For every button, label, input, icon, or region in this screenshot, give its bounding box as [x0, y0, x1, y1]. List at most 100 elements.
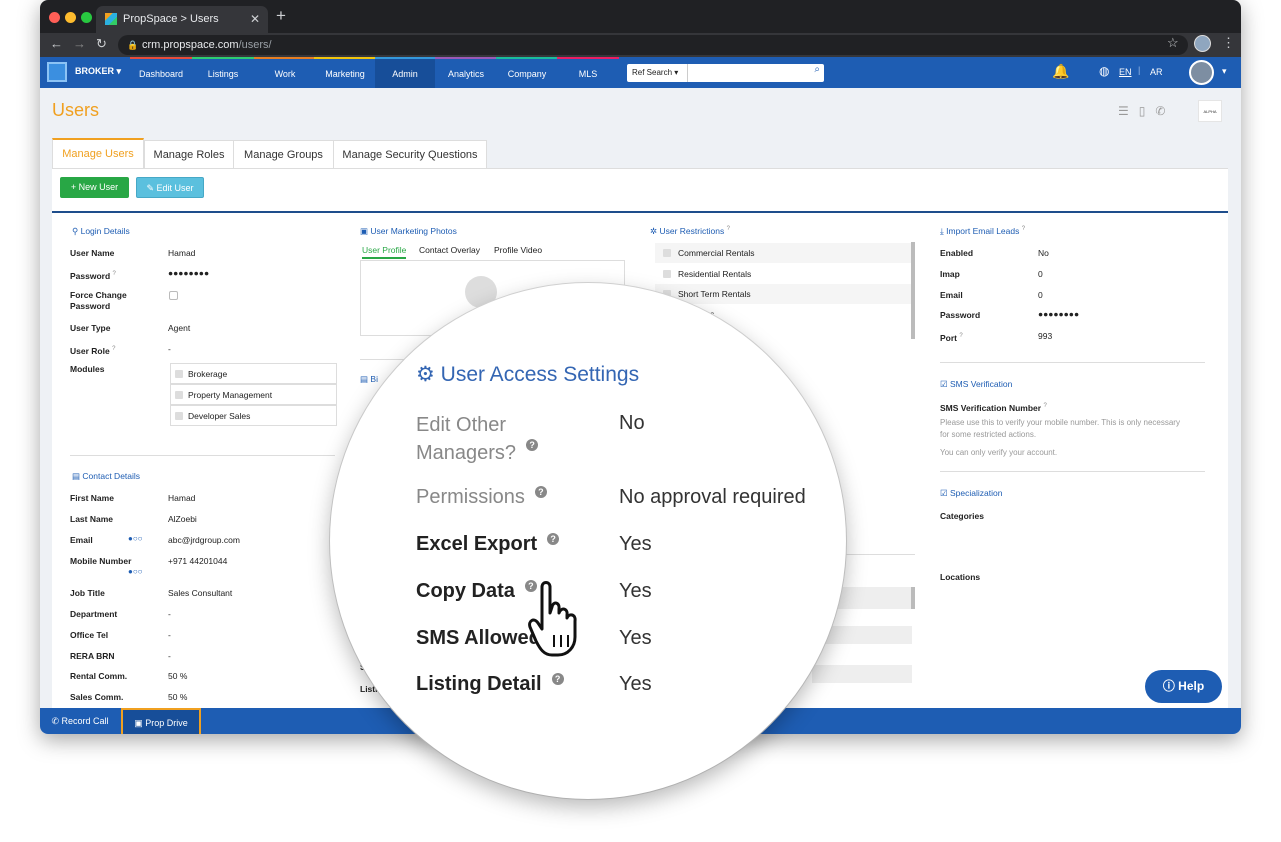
close-window-button[interactable] — [49, 12, 60, 23]
close-tab-icon[interactable]: ✕ — [250, 6, 260, 33]
back-icon[interactable]: ← — [50, 36, 63, 51]
help-icon[interactable]: ? — [959, 333, 962, 339]
list-view-icon[interactable]: ☰ — [1118, 104, 1139, 118]
profile-avatar[interactable] — [1194, 35, 1211, 52]
browser-tabbar: PropSpace > Users ✕ + — [40, 0, 1241, 33]
lock-icon: 🔒 — [127, 40, 139, 50]
restrictions-scrollbar[interactable] — [911, 242, 915, 339]
label-user-role-text: User Role — [70, 345, 110, 356]
help-icon[interactable]: ? — [112, 346, 115, 352]
label-copy-data-text: Copy Data — [416, 580, 515, 602]
phone-icon[interactable]: ✆ — [1155, 104, 1175, 118]
user-avatar[interactable] — [1189, 60, 1214, 85]
menu-admin[interactable]: Admin — [375, 57, 435, 88]
bookmark-star-icon[interactable]: ☆ — [1167, 35, 1179, 51]
minimize-window-button[interactable] — [65, 12, 76, 23]
ref-search-input[interactable]: ⌕ — [688, 64, 824, 82]
menu-analytics[interactable]: Analytics — [435, 57, 497, 88]
label-email: Email — [70, 535, 93, 545]
magnifier-lens: ⚙ User Access Settings Edit Other Manage… — [330, 283, 846, 799]
specialization-heading: ☑ Specialization — [940, 488, 1003, 498]
new-user-button[interactable]: + New User — [60, 177, 129, 198]
help-icon[interactable]: ? — [1043, 403, 1046, 409]
tab-manage-groups[interactable]: Manage Groups — [233, 140, 334, 169]
tab-manage-users[interactable]: Manage Users — [52, 138, 144, 169]
help-icon[interactable]: ? — [551, 673, 564, 685]
forward-icon[interactable]: → — [73, 36, 86, 51]
notification-bell-icon[interactable]: 🔔 — [1052, 63, 1069, 80]
tab-manage-security-questions[interactable]: Manage Security Questions — [333, 140, 487, 169]
label-leads-password: Password — [940, 310, 981, 320]
label-rental-comm: Rental Comm. — [70, 671, 128, 681]
label-office-tel: Office Tel — [70, 630, 109, 640]
label-copy-data: Copy Data? — [416, 580, 537, 603]
import-email-leads-title: Import Email Leads — [946, 226, 1020, 236]
url-field[interactable]: 🔒 crm.propspace.com/users/ — [118, 35, 1188, 55]
login-details-title: Login Details — [80, 226, 130, 236]
menu-work[interactable]: Work — [254, 57, 316, 88]
maximize-window-button[interactable] — [81, 12, 92, 23]
browser-tab-title: PropSpace > Users — [123, 13, 219, 25]
label-sms-allowed-text: SMS Allowed — [416, 627, 541, 649]
user-restrictions-heading: ✲ User Restrictions ? — [650, 226, 730, 236]
restriction-residential-rentals[interactable]: Residential Rentals — [655, 264, 913, 284]
value-imap: 0 — [1038, 269, 1043, 279]
scrollbar[interactable] — [911, 587, 915, 609]
menu-listings[interactable]: Listings — [192, 57, 254, 88]
record-call-button[interactable]: ✆ Record Call — [40, 708, 120, 734]
divider — [940, 362, 1205, 363]
help-icon[interactable]: ? — [727, 226, 730, 232]
sms-help-text: Please use this to verify your mobile nu… — [940, 418, 1180, 439]
help-button[interactable]: ⓘ Help — [1145, 670, 1222, 703]
module-brokerage[interactable]: Brokerage — [170, 363, 337, 384]
url-host: crm.propspace.com — [142, 39, 239, 51]
company-logo: ALPHA — [1198, 100, 1222, 122]
label-force-change-password: Force Change Password — [70, 290, 127, 311]
subtab-contact-overlay[interactable]: Contact Overlay — [419, 245, 480, 255]
new-user-label: New User — [78, 182, 119, 192]
menu-marketing[interactable]: Marketing — [314, 57, 376, 88]
sms-verify-note: You can only verify your account. — [940, 448, 1058, 457]
help-icon[interactable]: ? — [526, 439, 539, 451]
help-icon[interactable]: ? — [534, 486, 547, 498]
menu-mls[interactable]: MLS — [557, 57, 619, 88]
login-details-heading: ⚲ Login Details — [72, 226, 130, 236]
search-icon[interactable]: ⌕ — [814, 64, 820, 75]
tab-manage-roles[interactable]: Manage Roles — [144, 140, 234, 169]
module-property-management[interactable]: Property Management — [170, 384, 337, 405]
help-icon[interactable]: ? — [113, 271, 116, 277]
record-call-label: Record Call — [61, 716, 109, 726]
verify-dots-icon: ●○○ — [128, 534, 143, 543]
label-user-type: User Type — [70, 323, 111, 333]
divider — [70, 455, 335, 456]
language-ar[interactable]: AR — [1150, 67, 1163, 77]
subtab-user-profile[interactable]: User Profile — [362, 245, 407, 259]
menu-dashboard[interactable]: Dashboard — [130, 57, 192, 88]
marketing-photos-heading: ▣ User Marketing Photos — [360, 226, 457, 236]
view-toggle-icons[interactable]: ☰▯✆ — [1118, 104, 1175, 118]
mobile-icon[interactable]: ▯ — [1139, 104, 1156, 118]
role-dropdown[interactable]: BROKER ▾ — [75, 66, 121, 77]
reload-icon[interactable]: ↻ — [96, 36, 107, 52]
user-menu-chevron-icon[interactable]: ▾ — [1222, 66, 1227, 77]
ref-search-select[interactable]: Ref Search ▾ — [627, 64, 688, 82]
restriction-commercial-rentals[interactable]: Commercial Rentals — [655, 243, 913, 263]
new-tab-icon[interactable]: + — [276, 6, 286, 26]
language-en[interactable]: EN — [1119, 67, 1132, 77]
menu-company[interactable]: Company — [496, 57, 558, 88]
module-developer-sales[interactable]: Developer Sales — [170, 405, 337, 426]
force-change-checkbox[interactable] — [169, 291, 178, 300]
browser-tab[interactable]: PropSpace > Users ✕ — [96, 6, 268, 33]
browser-menu-icon[interactable]: ⋮ — [1222, 35, 1235, 51]
help-icon[interactable]: ? — [547, 533, 560, 545]
value-rental-comm: 50 % — [168, 671, 188, 681]
help-icon[interactable]: ? — [1022, 226, 1025, 232]
propspace-logo[interactable] — [47, 62, 67, 82]
value-leads-email: 0 — [1038, 290, 1043, 300]
sms-verification-number-text: SMS Verification Number — [940, 402, 1042, 413]
subtab-profile-video[interactable]: Profile Video — [494, 245, 542, 255]
restriction-short-term-rentals[interactable]: Short Term Rentals — [655, 284, 913, 304]
panel-divider — [52, 211, 1228, 213]
prop-drive-button[interactable]: ▣ Prop Drive — [121, 708, 201, 734]
edit-user-button[interactable]: ✎ Edit User — [136, 177, 204, 198]
